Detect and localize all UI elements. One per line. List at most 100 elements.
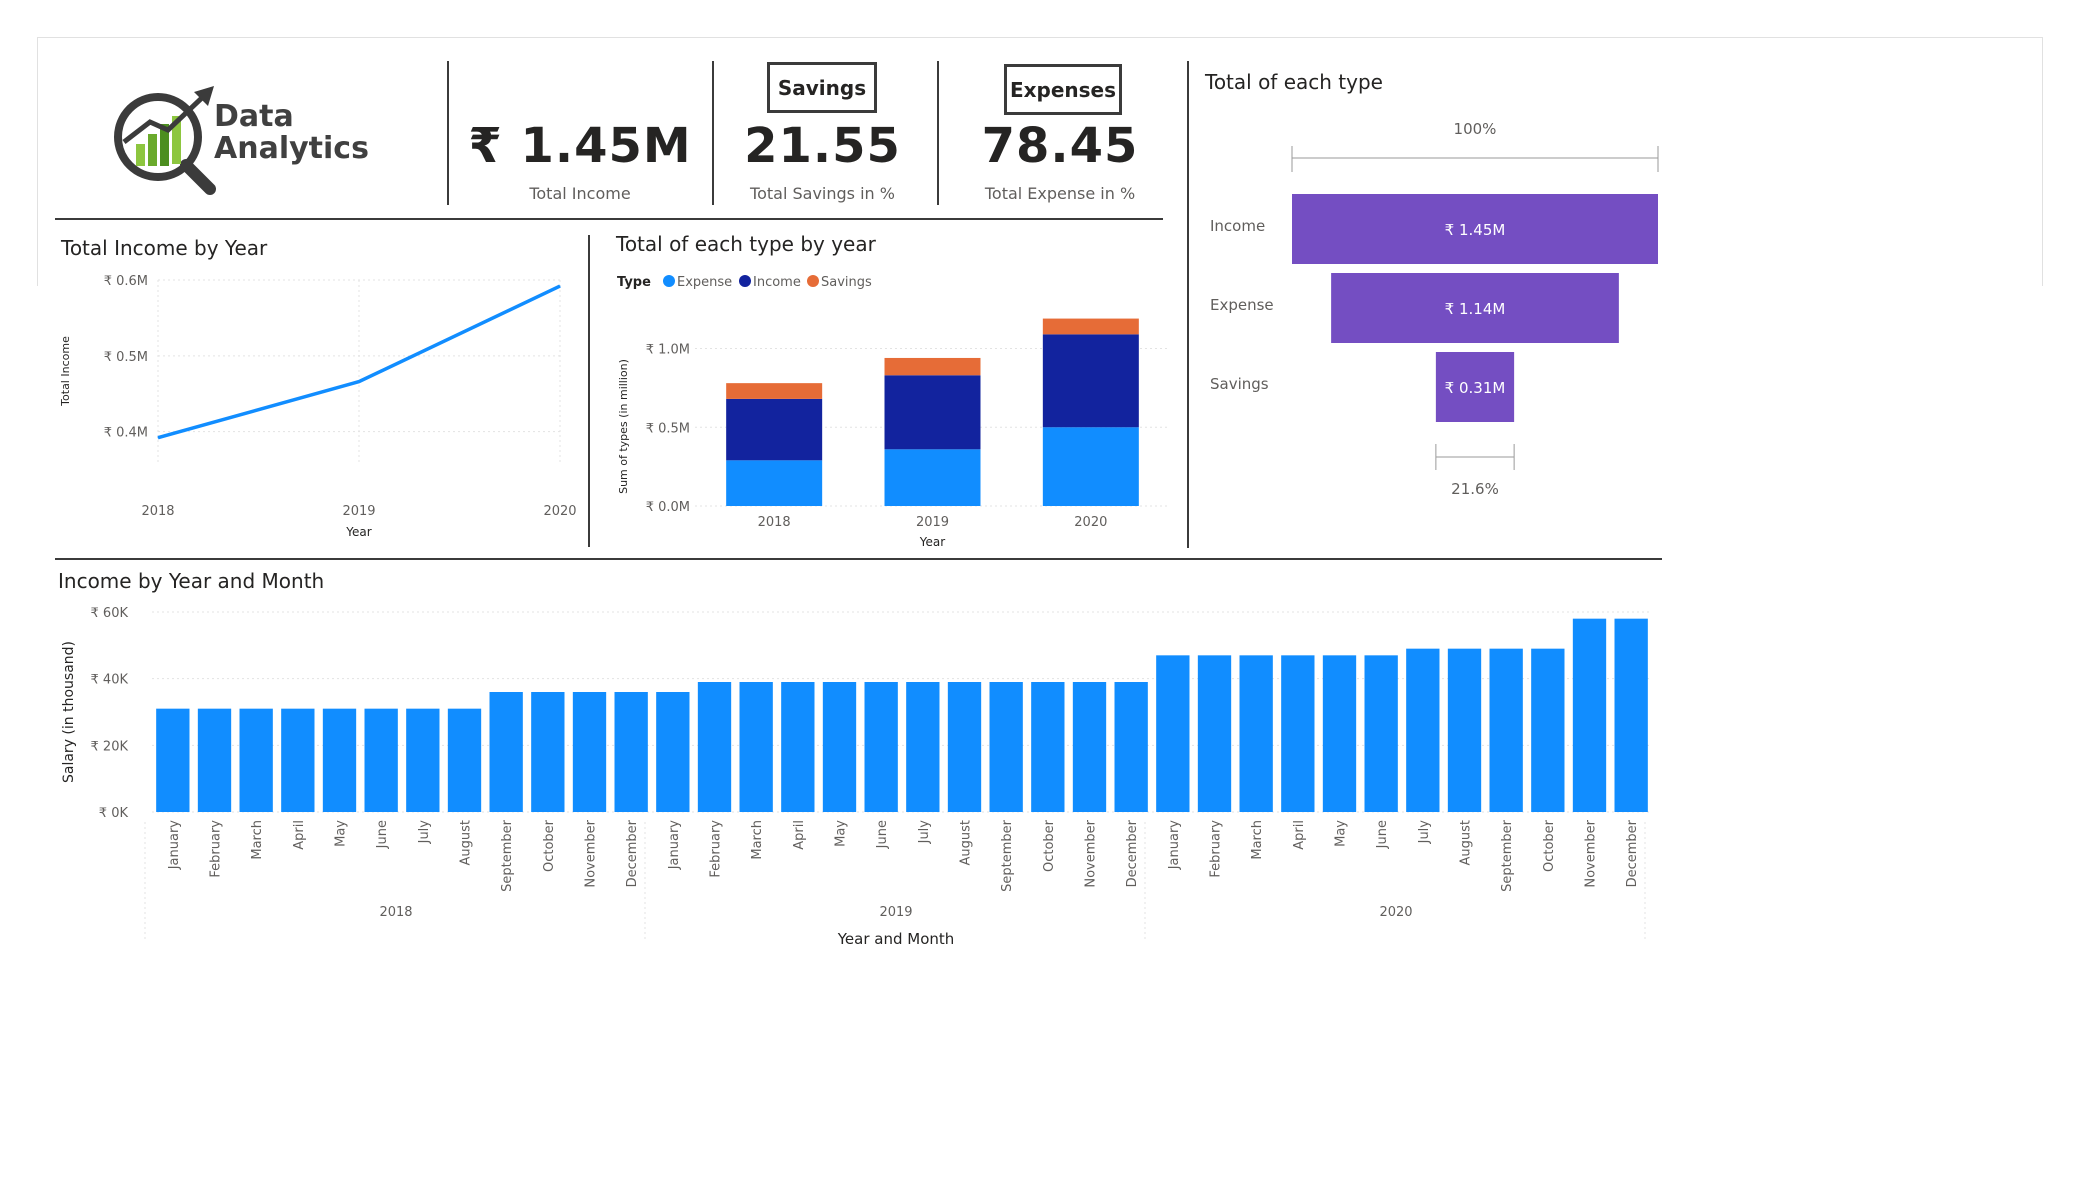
y-tick-label: ₹ 40K: [91, 673, 129, 688]
month-tick-label: November: [584, 819, 599, 887]
month-bar: [239, 708, 273, 812]
month-tick-label: June: [375, 820, 390, 849]
funnel-bar-label: ₹ 1.14M: [1445, 300, 1506, 318]
bar-segment-expense: [726, 460, 823, 506]
y-tick-label: ₹ 20K: [91, 739, 129, 754]
funnel-bar-label: ₹ 1.45M: [1445, 221, 1506, 239]
month-tick-label: December: [1625, 819, 1640, 887]
logo-text-line1: Data: [214, 99, 294, 134]
funnel-chart[interactable]: 100% ₹ 1.45M Income ₹ 1.14M Expense ₹ 0.31M Sa…: [1195, 110, 1675, 510]
logo: Data Analytics: [110, 82, 370, 197]
funnel-top-percent: 100%: [1454, 120, 1497, 138]
legend-marker: [739, 275, 751, 287]
month-tick-label: August: [959, 820, 974, 866]
type-by-year-stacked-chart[interactable]: Type Expense Income Savings ₹ 0.0M ₹ 0.5M ₹ 1.…: [605, 262, 1175, 552]
legend-marker: [807, 275, 819, 287]
month-bar: [1322, 655, 1357, 812]
funnel-category: Income: [1210, 217, 1265, 235]
month-tick-label: August: [459, 820, 474, 866]
x-tick-label: 2018: [758, 515, 791, 530]
legend-title: Type: [617, 275, 651, 290]
y-tick-label: ₹ 0.5M: [646, 421, 690, 436]
month-tick-label: October: [1042, 819, 1057, 872]
month-bar: [447, 708, 482, 812]
data-point: [358, 381, 360, 383]
x-tick-label: 2019: [342, 504, 375, 519]
month-tick-label: April: [792, 820, 807, 850]
month-bar: [822, 682, 857, 812]
month-tick-label: June: [875, 820, 890, 849]
divider: [1187, 61, 1189, 548]
month-tick-label: January: [167, 820, 182, 871]
y-axis-title: Sum of types (in million): [617, 359, 630, 494]
legend-marker: [663, 275, 675, 287]
divider: [447, 61, 449, 205]
bar-segment-savings: [884, 357, 981, 376]
expenses-badge[interactable]: Expenses: [1004, 64, 1122, 115]
kpi-expense-label: Total Expense in %: [984, 184, 1136, 203]
month-bar: [406, 708, 440, 812]
month-tick-label: October: [1542, 819, 1557, 872]
month-bar: [1364, 655, 1398, 812]
month-tick-label: April: [292, 820, 307, 850]
bar-segment-savings: [1042, 318, 1139, 335]
month-bar: [697, 682, 732, 812]
month-bar: [739, 682, 773, 812]
month-tick-label: September: [1500, 819, 1515, 892]
bar-segment-income: [726, 398, 823, 461]
month-bar: [781, 682, 815, 812]
legend-label: Expense: [677, 275, 732, 290]
month-tick-label: July: [417, 820, 432, 845]
funnel-bar-label: ₹ 0.31M: [1445, 379, 1506, 397]
savings-badge[interactable]: Savings: [767, 62, 877, 113]
kpi-savings-value: 21.55: [744, 118, 901, 174]
x-tick-label: 2020: [543, 504, 576, 519]
month-bar: [489, 692, 523, 812]
divider: [937, 61, 939, 205]
funnel-category: Expense: [1210, 296, 1274, 314]
logo-text-line2: Analytics: [214, 131, 369, 166]
month-tick-label: June: [1375, 820, 1390, 849]
kpi-total-income-value: ₹ 1.45M: [468, 118, 692, 174]
month-bar: [1447, 648, 1482, 812]
month-bar: [1281, 655, 1315, 812]
month-tick-label: January: [1167, 820, 1182, 871]
month-tick-label: December: [625, 819, 640, 887]
kpi-expense-value: 78.45: [981, 118, 1139, 174]
month-tick-label: November: [1584, 819, 1599, 887]
y-tick-label: ₹ 0K: [99, 806, 129, 821]
line-chart-title: Total Income by Year: [61, 236, 268, 260]
month-tick-label: February: [1209, 820, 1224, 878]
month-bar: [197, 708, 232, 812]
month-bar: [864, 682, 898, 812]
x-tick-label: 2019: [916, 515, 949, 530]
month-bar: [1239, 655, 1273, 812]
income-by-year-line-chart[interactable]: ₹ 0.4M ₹ 0.5M ₹ 0.6M 2018 2019 2020 Year Total …: [55, 262, 585, 547]
month-bar: [656, 692, 690, 812]
month-bar: [364, 708, 398, 812]
month-bar: [1531, 648, 1565, 812]
year-tick-label: 2018: [379, 905, 412, 920]
y-tick-label: ₹ 1.0M: [646, 343, 690, 358]
month-tick-label: January: [667, 820, 682, 871]
month-bar: [989, 682, 1023, 812]
year-tick-label: 2019: [879, 905, 912, 920]
month-bar: [572, 692, 607, 812]
bar-segment-expense: [884, 449, 981, 506]
income-by-month-bar-chart[interactable]: ₹ 0K ₹ 20K ₹ 40K ₹ 60K January February March A…: [55, 598, 1665, 968]
bar-segment-income: [1042, 334, 1139, 428]
month-tick-label: August: [1459, 820, 1474, 866]
divider: [712, 61, 714, 205]
month-tick-label: September: [1000, 819, 1015, 892]
month-tick-label: April: [1292, 820, 1307, 850]
legend-label: Savings: [821, 275, 872, 290]
y-tick-label: ₹ 0.4M: [104, 426, 148, 441]
y-axis-title: Total Income: [59, 336, 72, 407]
month-tick-label: February: [209, 820, 224, 878]
month-bar: [1614, 618, 1648, 812]
kpi-total-income-label: Total Income: [529, 184, 631, 203]
divider: [55, 558, 1662, 560]
month-bar: [906, 682, 940, 812]
month-bar: [1489, 648, 1523, 812]
y-tick-label: ₹ 0.5M: [104, 350, 148, 365]
